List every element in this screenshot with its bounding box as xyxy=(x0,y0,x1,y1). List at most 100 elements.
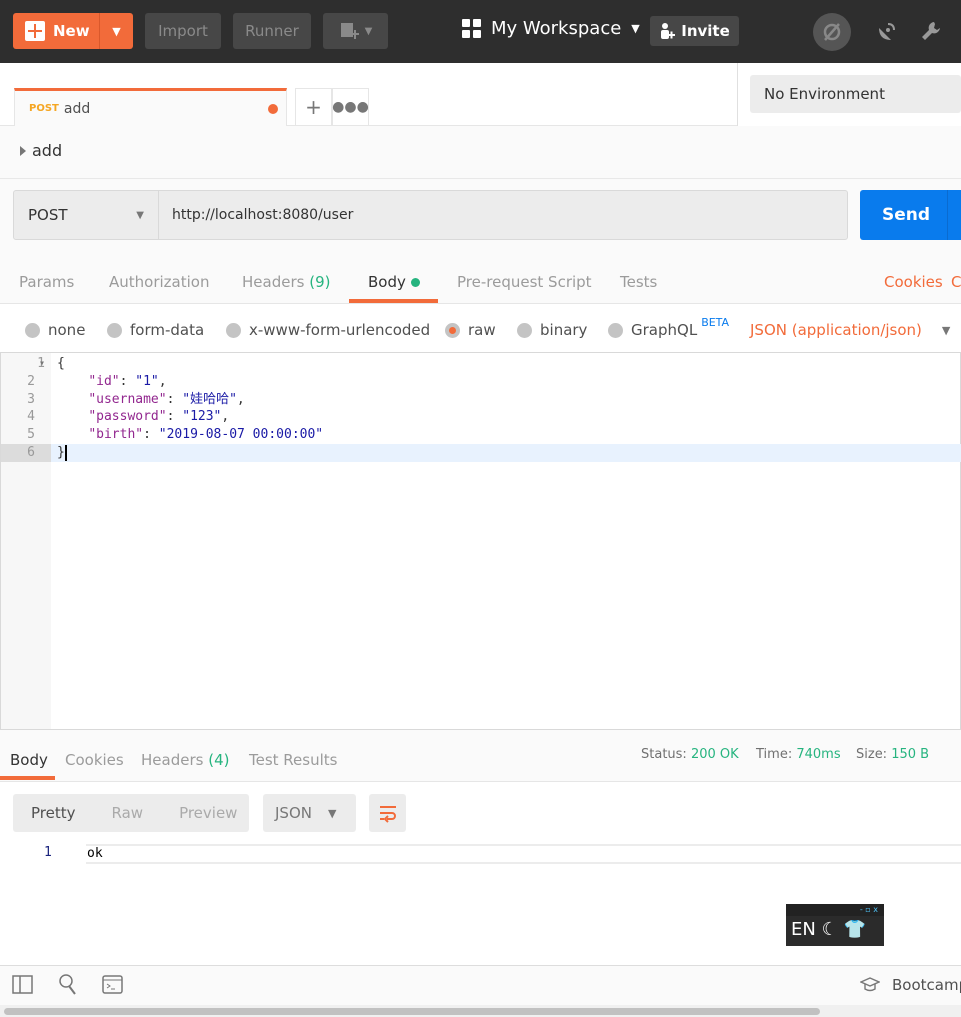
environment-selector[interactable]: No Environment xyxy=(750,75,961,113)
import-button[interactable]: Import xyxy=(145,13,221,49)
code-line: { xyxy=(57,355,65,373)
wrench-icon[interactable] xyxy=(920,20,942,42)
active-tab-underline xyxy=(349,299,438,303)
json-value: "123" xyxy=(182,409,222,425)
radio-label: x-www-form-urlencoded xyxy=(249,321,431,339)
format-preview[interactable]: Preview xyxy=(161,804,255,822)
new-button[interactable]: New ▼ xyxy=(13,13,133,49)
plus-icon: + xyxy=(305,95,322,119)
json-key: "id" xyxy=(88,373,120,389)
punctuation: , xyxy=(236,391,245,407)
tab-authorization[interactable]: Authorization xyxy=(109,273,209,291)
request-name-toggle[interactable]: add xyxy=(20,141,62,160)
radio-label: GraphQL xyxy=(631,321,698,339)
tab-body-label: Body xyxy=(368,273,406,291)
request-tab-add[interactable]: POST add xyxy=(14,88,287,126)
radio-form-data[interactable]: form-data xyxy=(107,321,204,339)
ime-window-controls[interactable]: - ▫ x xyxy=(786,904,884,916)
tab-options-button[interactable]: ●●● xyxy=(332,88,369,126)
tab-tests[interactable]: Tests xyxy=(620,273,657,291)
fold-icon[interactable]: ▾ xyxy=(39,355,45,373)
status-value: 200 OK xyxy=(690,747,739,762)
radio-none[interactable]: none xyxy=(25,321,85,339)
time-value: 740ms xyxy=(796,747,841,762)
chevron-down-icon: ▼ xyxy=(327,806,337,820)
unsaved-dot-icon[interactable] xyxy=(268,103,278,114)
json-value: "娃哈哈" xyxy=(182,391,237,407)
radio-icon xyxy=(608,322,623,338)
tab-pre-request-script[interactable]: Pre-request Script xyxy=(457,273,592,291)
punctuation: , xyxy=(221,409,230,425)
code-link[interactable]: C xyxy=(951,273,961,291)
size-value: 150 B xyxy=(891,747,930,762)
json-value: "1" xyxy=(135,373,159,389)
radio-label: form-data xyxy=(130,321,205,339)
resp-tab-test-results[interactable]: Test Results xyxy=(249,751,337,769)
format-raw[interactable]: Raw xyxy=(94,804,162,822)
add-user-icon xyxy=(661,23,676,39)
wrap-lines-button[interactable] xyxy=(369,794,406,832)
radio-urlencoded[interactable]: x-www-form-urlencoded xyxy=(226,321,430,339)
scrollbar-thumb[interactable] xyxy=(4,1008,820,1015)
status: Status: 200 OK xyxy=(641,747,739,762)
response-tabs: Body Cookies Headers (4) Test Results St… xyxy=(0,730,961,782)
json-key: "birth" xyxy=(88,427,144,443)
language-select[interactable]: JSON ▼ xyxy=(263,794,356,832)
line-number: 6 xyxy=(27,445,35,460)
radio-raw[interactable]: raw xyxy=(445,321,496,339)
ime-language: EN xyxy=(791,919,816,940)
graduation-cap-icon xyxy=(860,977,880,992)
body-editor[interactable]: 1 ▾{2 "id": "1", 3 "username": "娃哈哈", 4 "pa… xyxy=(0,352,961,730)
tab-params[interactable]: Params xyxy=(19,273,74,291)
punctuation: , xyxy=(158,373,167,389)
runner-button[interactable]: Runner xyxy=(233,13,311,49)
body-type-options: none form-data x-www-form-urlencoded raw… xyxy=(0,304,961,352)
bootcamp-label: Bootcamp xyxy=(892,976,961,994)
more-icon: ●●● xyxy=(332,99,369,115)
satellite-icon[interactable] xyxy=(876,20,898,42)
radio-label: raw xyxy=(468,321,496,339)
plus-icon xyxy=(25,21,45,41)
line-number: 5 xyxy=(27,427,35,443)
method-select[interactable]: POST ▼ xyxy=(13,190,159,240)
radio-binary[interactable]: binary xyxy=(517,321,587,339)
tab-body[interactable]: Body xyxy=(368,273,420,291)
sync-off-button[interactable] xyxy=(813,13,851,51)
invite-label: Invite xyxy=(681,22,730,40)
resp-headers-label: Headers xyxy=(141,751,204,769)
resp-tab-cookies[interactable]: Cookies xyxy=(65,751,124,769)
divider xyxy=(0,178,961,179)
resp-headers-count: (4) xyxy=(208,751,230,769)
resp-tab-headers[interactable]: Headers (4) xyxy=(141,751,229,769)
console-icon[interactable] xyxy=(102,975,124,995)
response-line-number: 1 xyxy=(44,845,52,860)
new-tab-button[interactable]: + xyxy=(295,88,332,126)
send-label: Send xyxy=(882,205,931,225)
radio-icon xyxy=(25,322,40,338)
sidebar-toggle-icon[interactable] xyxy=(12,975,34,995)
format-pretty[interactable]: Pretty xyxy=(13,804,94,822)
tab-headers[interactable]: Headers (9) xyxy=(242,273,330,291)
url-input[interactable]: http://localhost:8080/user xyxy=(158,190,848,240)
send-button[interactable]: Send xyxy=(860,190,961,240)
shirt-icon: 👕 xyxy=(843,919,866,940)
radio-graphql[interactable]: GraphQL BETA xyxy=(608,316,729,339)
new-dropdown-caret-icon[interactable]: ▼ xyxy=(99,13,133,49)
new-label: New xyxy=(53,22,90,40)
ime-toolbar[interactable]: - ▫ x EN ☾ 👕 xyxy=(786,904,884,946)
wrap-icon xyxy=(379,806,396,823)
chevron-down-icon: ▼ xyxy=(631,22,640,35)
bootcamp-button[interactable]: Bootcamp xyxy=(860,976,961,994)
invite-button[interactable]: Invite xyxy=(650,16,739,46)
content-type-select[interactable]: JSON (application/json) ▼ xyxy=(750,321,950,339)
workspace-selector[interactable]: My Workspace ▼ xyxy=(462,18,640,39)
line-number: 4 xyxy=(27,409,35,425)
json-key: "username" xyxy=(88,391,167,407)
moon-icon: ☾ xyxy=(821,919,838,940)
search-icon[interactable] xyxy=(58,974,78,996)
resp-tab-body[interactable]: Body xyxy=(10,751,48,769)
cookies-link[interactable]: Cookies xyxy=(884,273,943,291)
tab-name: add xyxy=(63,100,91,117)
new-window-button[interactable]: ▼ xyxy=(323,13,388,49)
workspace-name: My Workspace xyxy=(491,18,622,39)
